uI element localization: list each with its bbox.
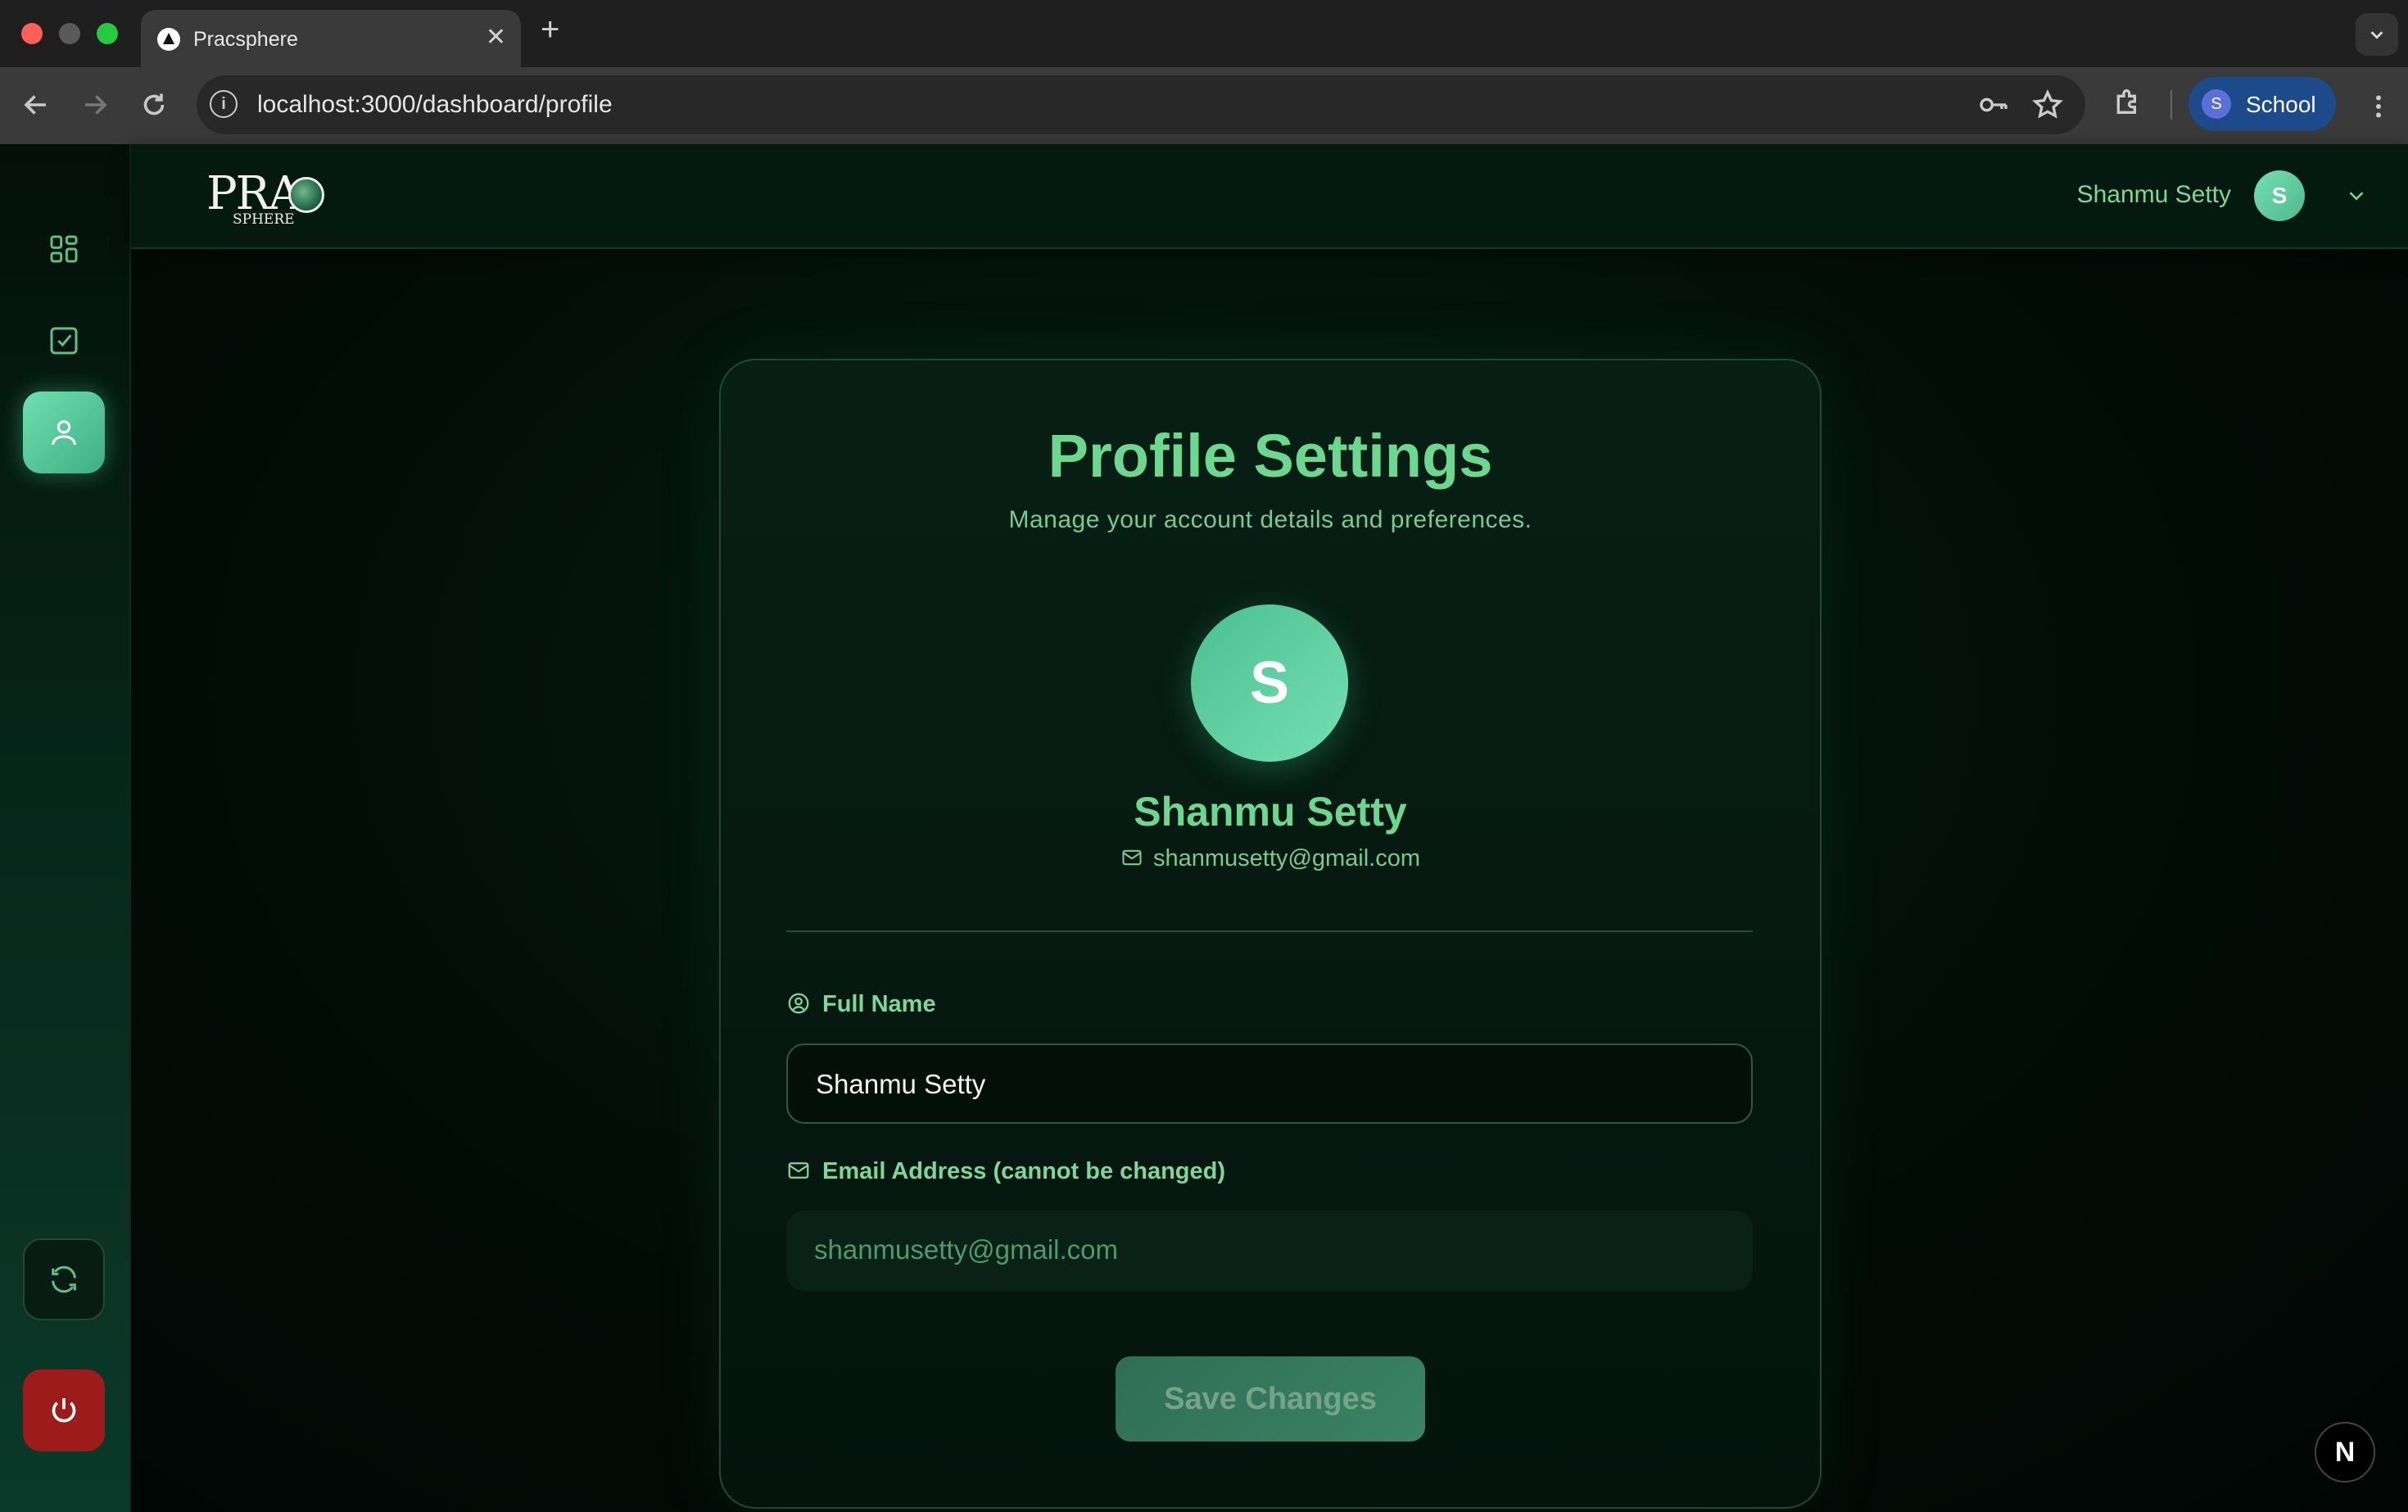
browser-tab-bar: Pracsphere ✕ + bbox=[0, 0, 2408, 67]
close-window-button[interactable] bbox=[21, 23, 43, 44]
header-user-name[interactable]: Shanmu Setty bbox=[2077, 181, 2231, 209]
page-subtitle: Manage your account details and preferen… bbox=[1008, 506, 1532, 533]
toolbar-divider bbox=[2170, 90, 2172, 120]
full-name-label: Full Name bbox=[786, 991, 936, 1018]
sidebar-refresh-button[interactable] bbox=[23, 1238, 105, 1320]
new-tab-button[interactable]: + bbox=[541, 11, 559, 48]
logo-subtext: SPHERE bbox=[233, 211, 295, 228]
nextjs-dev-indicator[interactable]: N bbox=[2315, 1422, 2375, 1483]
browser-menu-icon[interactable] bbox=[2364, 92, 2393, 121]
email-label-text: Email Address (cannot be changed) bbox=[822, 1158, 1226, 1184]
maximize-window-button[interactable] bbox=[97, 23, 118, 44]
profile-card: Profile Settings Manage your account det… bbox=[719, 359, 1822, 1509]
browser-toolbar: i localhost:3000/dashboard/profile S Sch… bbox=[0, 67, 2408, 144]
profile-name: Shanmu Setty bbox=[1134, 789, 1407, 835]
url-text[interactable]: localhost:3000/dashboard/profile bbox=[257, 91, 613, 119]
app-viewport: PRA SPHERE Shanmu Setty S Profile Settin… bbox=[0, 144, 2408, 1512]
page-title: Profile Settings bbox=[1048, 422, 1493, 490]
mail-icon bbox=[788, 1162, 809, 1179]
tab-close-icon[interactable]: ✕ bbox=[486, 23, 506, 52]
logo-globe-icon bbox=[288, 177, 324, 213]
chevron-down-icon bbox=[2370, 31, 2383, 39]
header-avatar[interactable]: S bbox=[2254, 170, 2305, 221]
tab-favicon-icon bbox=[157, 28, 180, 51]
profile-name: School bbox=[2246, 92, 2316, 117]
profile-email: shanmusetty@gmail.com bbox=[1153, 845, 1420, 871]
tab-title: Pracsphere bbox=[193, 28, 298, 51]
site-info-icon[interactable]: i bbox=[210, 90, 238, 118]
profile-avatar-large: S bbox=[1191, 604, 1348, 762]
chevron-down-icon[interactable] bbox=[2344, 183, 2369, 208]
sidebar-item-dashboard[interactable] bbox=[23, 208, 105, 290]
bookmark-star-icon[interactable] bbox=[2031, 88, 2064, 121]
browser-profile-button[interactable]: S School bbox=[2188, 77, 2336, 131]
extensions-puzzle-icon[interactable] bbox=[2112, 85, 2144, 118]
reload-icon[interactable] bbox=[139, 90, 169, 120]
mail-icon bbox=[1122, 849, 1142, 866]
tab-search-button[interactable] bbox=[2356, 13, 2398, 56]
profile-email-row: shanmusetty@gmail.com bbox=[721, 845, 1820, 872]
sidebar-item-tasks[interactable] bbox=[23, 300, 105, 382]
save-changes-button[interactable]: Save Changes bbox=[1116, 1356, 1425, 1442]
full-name-label-text: Full Name bbox=[822, 991, 936, 1017]
user-icon bbox=[52, 420, 76, 446]
sidebar bbox=[0, 144, 131, 1512]
power-icon bbox=[52, 1398, 76, 1423]
logout-button[interactable] bbox=[23, 1369, 105, 1451]
email-field-disabled: shanmusetty@gmail.com bbox=[786, 1211, 1753, 1291]
user-circle-icon bbox=[788, 993, 809, 1014]
sidebar-item-profile[interactable] bbox=[23, 392, 105, 473]
section-divider bbox=[786, 930, 1753, 932]
pracsphere-logo[interactable]: PRA SPHERE bbox=[206, 167, 337, 233]
address-bar[interactable]: i localhost:3000/dashboard/profile bbox=[197, 75, 2085, 134]
minimize-window-button[interactable] bbox=[59, 23, 80, 44]
profile-avatar: S bbox=[2202, 89, 2231, 119]
forward-arrow-icon[interactable] bbox=[80, 90, 110, 120]
back-arrow-icon[interactable] bbox=[21, 90, 51, 120]
task-check-icon bbox=[50, 327, 78, 355]
email-label: Email Address (cannot be changed) bbox=[786, 1158, 1225, 1185]
browser-tab[interactable]: Pracsphere ✕ bbox=[141, 10, 521, 67]
full-name-input[interactable]: Shanmu Setty bbox=[786, 1043, 1753, 1124]
refresh-icon bbox=[52, 1265, 76, 1293]
app-header: PRA SPHERE Shanmu Setty S bbox=[131, 144, 2408, 249]
dashboard-grid-icon bbox=[50, 235, 78, 263]
password-key-icon[interactable] bbox=[1977, 88, 2010, 121]
